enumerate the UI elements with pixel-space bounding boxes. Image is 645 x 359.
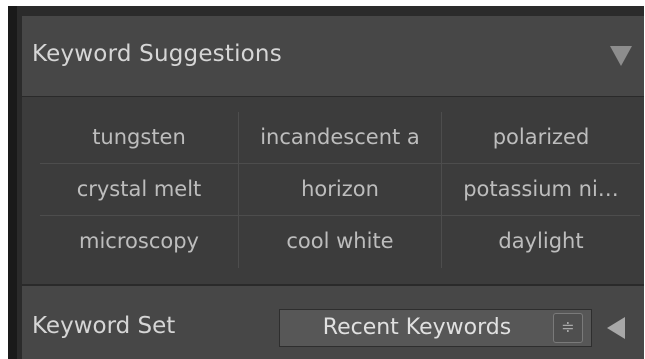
keyword-set-select[interactable]: Recent Keywords ≑ — [279, 309, 592, 347]
keyword-set-selected-value: Recent Keywords — [322, 315, 512, 340]
keyword-suggestions-grid: tungsten incandescent a polarized crysta… — [40, 112, 640, 268]
keyword-panel-frame: Keyword Suggestions tungsten incandescen… — [0, 0, 645, 359]
keyword-suggestion[interactable]: cool white — [239, 216, 441, 267]
panel-left-edge — [8, 6, 17, 359]
keyword-suggestion[interactable]: potassium ni… — [442, 164, 640, 215]
panel-title: Keyword Suggestions — [32, 41, 282, 67]
triangle-left-icon[interactable] — [607, 317, 625, 339]
up-down-stepper-icon[interactable]: ≑ — [553, 313, 583, 343]
keyword-suggestion[interactable]: horizon — [239, 164, 441, 215]
keyword-suggestion[interactable]: microscopy — [40, 216, 238, 267]
triangle-down-icon[interactable] — [610, 46, 632, 66]
keyword-suggestion[interactable]: daylight — [442, 216, 640, 267]
keyword-suggestion[interactable]: crystal melt — [40, 164, 238, 215]
keyword-suggestion[interactable]: polarized — [442, 112, 640, 163]
keyword-set-label: Keyword Set — [32, 313, 176, 339]
keyword-suggestion[interactable]: tungsten — [40, 112, 238, 163]
keyword-suggestion[interactable]: incandescent a — [239, 112, 441, 163]
